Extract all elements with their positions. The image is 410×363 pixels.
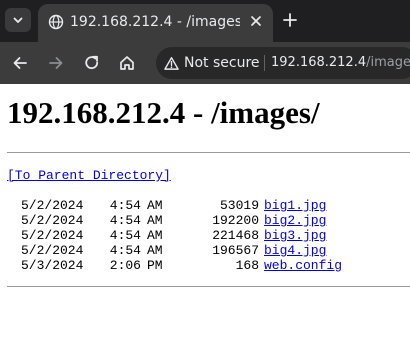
arrow-left-icon[interactable] [11, 54, 29, 72]
file-link[interactable]: web.config [264, 258, 342, 273]
list-item: 5/3/2024 2:06 PM 168 web.config [7, 258, 410, 273]
globe-icon [48, 14, 64, 30]
directory-listing: 5/2/2024 4:54 AM 53019 big1.jpg 5/2/2024… [7, 198, 410, 273]
entry-size: 192200 [212, 213, 259, 228]
entry-size: 168 [235, 258, 259, 273]
entry-date: 5/2/2024 [21, 243, 84, 258]
list-item: 5/2/2024 4:54 AM 53019 big1.jpg [7, 198, 410, 213]
list-item: 5/2/2024 4:54 AM 192200 big2.jpg [7, 213, 410, 228]
url-path: /images/ [366, 55, 410, 70]
entry-time: 4:54 [109, 243, 141, 258]
tab-active[interactable]: 192.168.212.4 - /images/ [38, 4, 273, 42]
entry-date: 5/2/2024 [21, 198, 84, 213]
url-text[interactable]: 192.168.212.4/images/ [271, 54, 410, 72]
divider-top [7, 152, 410, 153]
home-icon[interactable] [118, 54, 136, 72]
entry-time: 4:54 [109, 198, 141, 213]
file-link[interactable]: big4.jpg [264, 243, 326, 258]
tab-search-button[interactable] [5, 8, 31, 32]
reload-icon[interactable] [83, 54, 101, 72]
file-link[interactable]: big1.jpg [264, 198, 326, 213]
entry-time: 4:54 [109, 228, 141, 243]
parent-directory-link[interactable]: [To Parent Directory] [7, 168, 171, 183]
page-title: 192.168.212.4 - /images/ [7, 95, 320, 130]
entry-ampm: PM [147, 258, 163, 273]
entry-ampm: AM [147, 243, 163, 258]
entry-ampm: AM [147, 213, 163, 228]
navigation-toolbar: Not secure 192.168.212.4/images/ [0, 42, 410, 84]
tab-strip: 192.168.212.4 - /images/ [0, 0, 410, 42]
entry-date: 5/3/2024 [21, 258, 84, 273]
address-bar[interactable]: Not secure 192.168.212.4/images/ [156, 47, 410, 79]
security-label: Not secure [184, 55, 260, 71]
omnibox-divider [264, 55, 265, 71]
entry-size: 221468 [212, 228, 259, 243]
entry-ampm: AM [147, 228, 163, 243]
url-host: 192.168.212.4 [271, 55, 367, 70]
entry-ampm: AM [147, 198, 163, 213]
chevron-down-icon [13, 17, 23, 23]
entry-size: 53019 [219, 198, 259, 213]
entry-time: 2:06 [109, 258, 141, 273]
plus-icon[interactable] [282, 12, 298, 28]
divider-bottom [7, 286, 410, 287]
entry-time: 4:54 [109, 213, 141, 228]
entry-size: 196567 [212, 243, 259, 258]
entry-date: 5/2/2024 [21, 213, 84, 228]
file-link[interactable]: big2.jpg [264, 213, 326, 228]
entry-date: 5/2/2024 [21, 228, 84, 243]
tab-title: 192.168.212.4 - /images/ [70, 14, 240, 30]
close-icon[interactable] [248, 13, 264, 29]
warning-triangle-icon [164, 56, 179, 70]
security-indicator[interactable]: Not secure [160, 51, 266, 75]
file-link[interactable]: big3.jpg [264, 228, 326, 243]
page-content: 192.168.212.4 - /images/ [To Parent Dire… [0, 84, 410, 289]
arrow-right-icon[interactable] [47, 54, 65, 72]
list-item: 5/2/2024 4:54 AM 221468 big3.jpg [7, 228, 410, 243]
list-item: 5/2/2024 4:54 AM 196567 big4.jpg [7, 243, 410, 258]
